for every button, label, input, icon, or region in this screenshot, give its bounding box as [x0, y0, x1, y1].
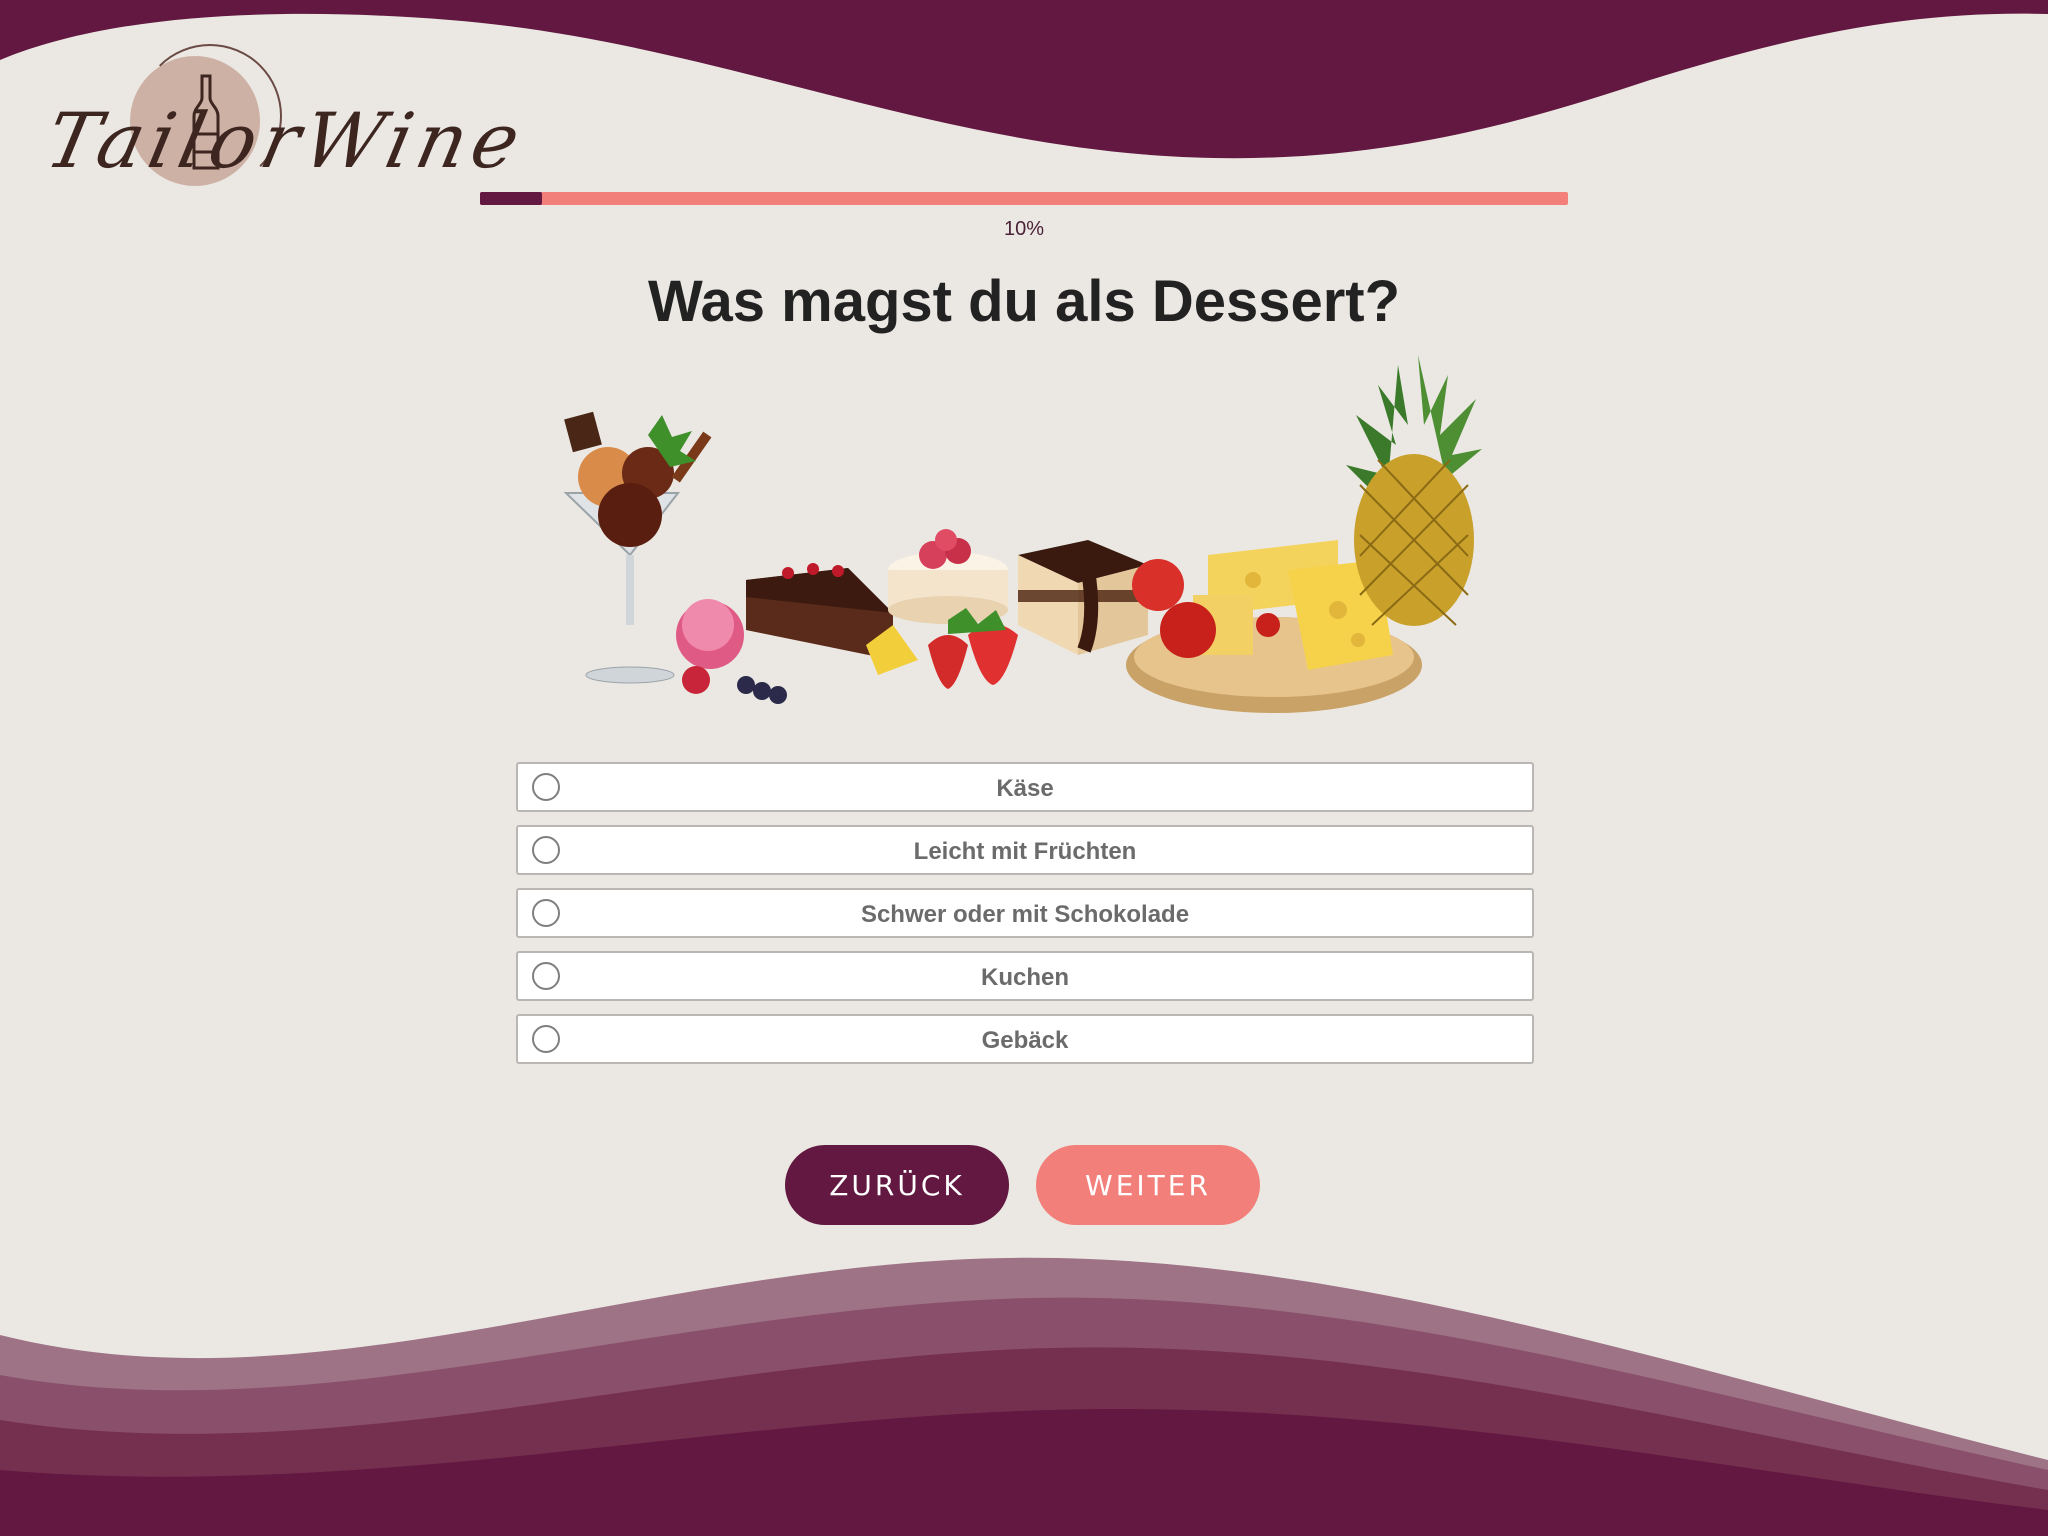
logo-wordmark: TailorWine — [38, 96, 534, 185]
option-gebaeck[interactable]: Gebäck — [516, 1014, 1534, 1064]
chocolate-brownie-icon — [1018, 540, 1148, 655]
option-label: Leicht mit Früchten — [913, 838, 1137, 865]
next-button[interactable]: WEITER — [1036, 1145, 1260, 1225]
option-kaese[interactable]: Käse — [516, 762, 1534, 812]
option-leicht-mit-fruechten[interactable]: Leicht mit Früchten — [516, 825, 1534, 875]
back-button[interactable]: ZURÜCK — [785, 1145, 1009, 1225]
cheesecake-icon — [888, 529, 1008, 624]
question-title: Was magst du als Dessert? — [647, 269, 1401, 334]
progress-label: 10% — [1003, 218, 1045, 240]
option-label: Kuchen — [980, 964, 1069, 991]
option-label: Gebäck — [981, 1027, 1069, 1054]
option-schwer-oder-mit-schokolade[interactable]: Schwer oder mit Schokolade — [516, 888, 1534, 938]
dessert-collage-image — [563, 355, 1482, 713]
footer-wave — [0, 1257, 2048, 1536]
option-label: Schwer oder mit Schokolade — [860, 901, 1190, 928]
progress-track — [480, 192, 1568, 205]
option-label: Käse — [996, 775, 1054, 802]
pineapple-icon — [1346, 355, 1482, 626]
tailorwine-logo[interactable]: TailorWine — [39, 36, 533, 216]
answer-options: Käse Leicht mit Früchten Schwer oder mit… — [516, 762, 1534, 1077]
progress-bar: 10% — [480, 192, 1568, 240]
option-kuchen[interactable]: Kuchen — [516, 951, 1534, 1001]
progress-fill — [480, 192, 543, 205]
